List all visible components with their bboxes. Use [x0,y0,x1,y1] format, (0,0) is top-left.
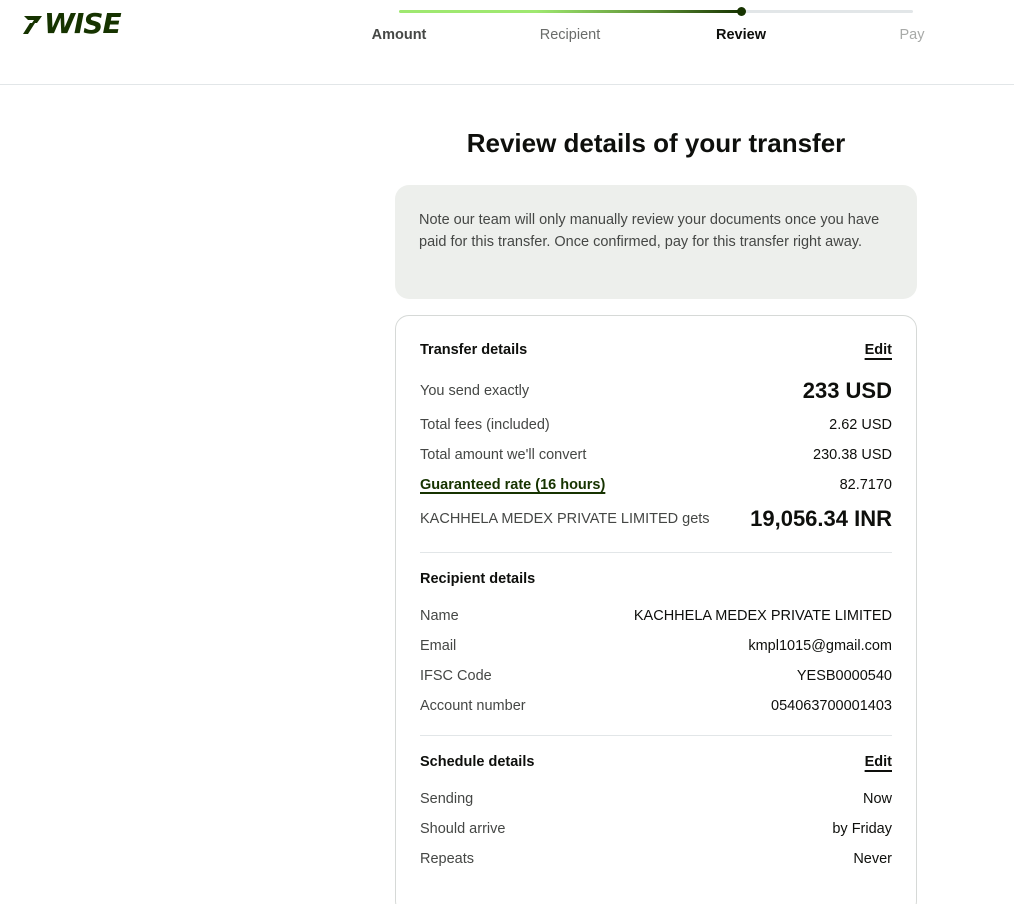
arrival-value: by Friday [832,821,892,837]
recipient-account-label: Account number [420,698,526,714]
recipient-ifsc-row: IFSC Code YESB0000540 [420,668,892,684]
review-note-banner: Note our team will only manually review … [395,185,917,299]
recipient-details-header: Recipient details [420,571,892,587]
repeats-label: Repeats [420,851,475,867]
repeats-value: Never [853,851,892,867]
sending-value: Now [862,791,892,807]
convert-amount-label: Total amount we'll convert [420,447,587,463]
page-title: Review details of your transfer [466,128,846,158]
recipient-name-row: Name KACHHELA MEDEX PRIVATE LIMITED [420,608,892,624]
sending-label: Sending [420,791,474,807]
recipient-name-value: KACHHELA MEDEX PRIVATE LIMITED [633,608,892,624]
fees-label: Total fees (included) [420,417,550,433]
stepper-current-dot [737,7,746,16]
step-amount[interactable]: Amount [372,27,427,43]
fees-row: Total fees (included) 2.62 USD [420,417,892,433]
arrival-row: Should arrive by Friday [420,821,892,837]
convert-amount-row: Total amount we'll convert 230.38 USD [420,447,892,463]
send-amount-row: You send exactly 233 USD [420,378,892,404]
send-amount-label: You send exactly [420,383,530,399]
section-divider [420,735,892,736]
recipient-name-label: Name [420,608,459,624]
recipient-gets-row: KACHHELA MEDEX PRIVATE LIMITED gets 19,0… [420,506,892,532]
edit-transfer-button[interactable]: Edit [865,342,892,358]
repeats-row: Repeats Never [420,851,892,867]
recipient-gets-label: KACHHELA MEDEX PRIVATE LIMITED gets [420,511,710,527]
fees-value: 2.62 USD [829,417,892,433]
step-review[interactable]: Review [716,27,766,43]
stepper-track-remaining [741,10,913,13]
stepper-track-completed [399,10,741,13]
step-pay: Pay [899,27,925,43]
recipient-details-title: Recipient details [420,571,536,587]
guaranteed-rate-link[interactable]: Guaranteed rate (16 hours) [420,477,605,493]
recipient-gets-value: 19,056.34 INR [750,506,892,531]
transfer-details-title: Transfer details [420,342,528,358]
send-amount-value: 233 USD [802,378,892,403]
arrival-label: Should arrive [420,821,506,837]
sending-row: Sending Now [420,791,892,807]
rate-row: Guaranteed rate (16 hours) 82.7170 [420,477,892,493]
schedule-details-title: Schedule details [420,754,535,770]
schedule-details-header: Schedule details Edit [420,754,892,770]
recipient-email-row: Email kmpl1015@gmail.com [420,638,892,654]
recipient-ifsc-label: IFSC Code [420,668,492,684]
transfer-details-header: Transfer details Edit [420,342,892,358]
top-header: WISE Amount Recipient Review Pay [0,0,1014,85]
recipient-email-label: Email [420,638,457,654]
progress-stepper: Amount Recipient Review Pay [0,0,1014,85]
recipient-ifsc-value: YESB0000540 [796,668,892,684]
transfer-summary-card: Transfer details Edit You send exactly 2… [395,315,917,904]
step-recipient[interactable]: Recipient [540,27,600,43]
section-divider [420,552,892,553]
recipient-email-value: kmpl1015@gmail.com [748,638,892,654]
edit-schedule-button[interactable]: Edit [865,754,892,770]
rate-value: 82.7170 [839,477,892,493]
recipient-account-row: Account number 054063700001403 [420,698,892,714]
convert-amount-value: 230.38 USD [813,447,892,463]
recipient-account-value: 054063700001403 [771,698,892,714]
